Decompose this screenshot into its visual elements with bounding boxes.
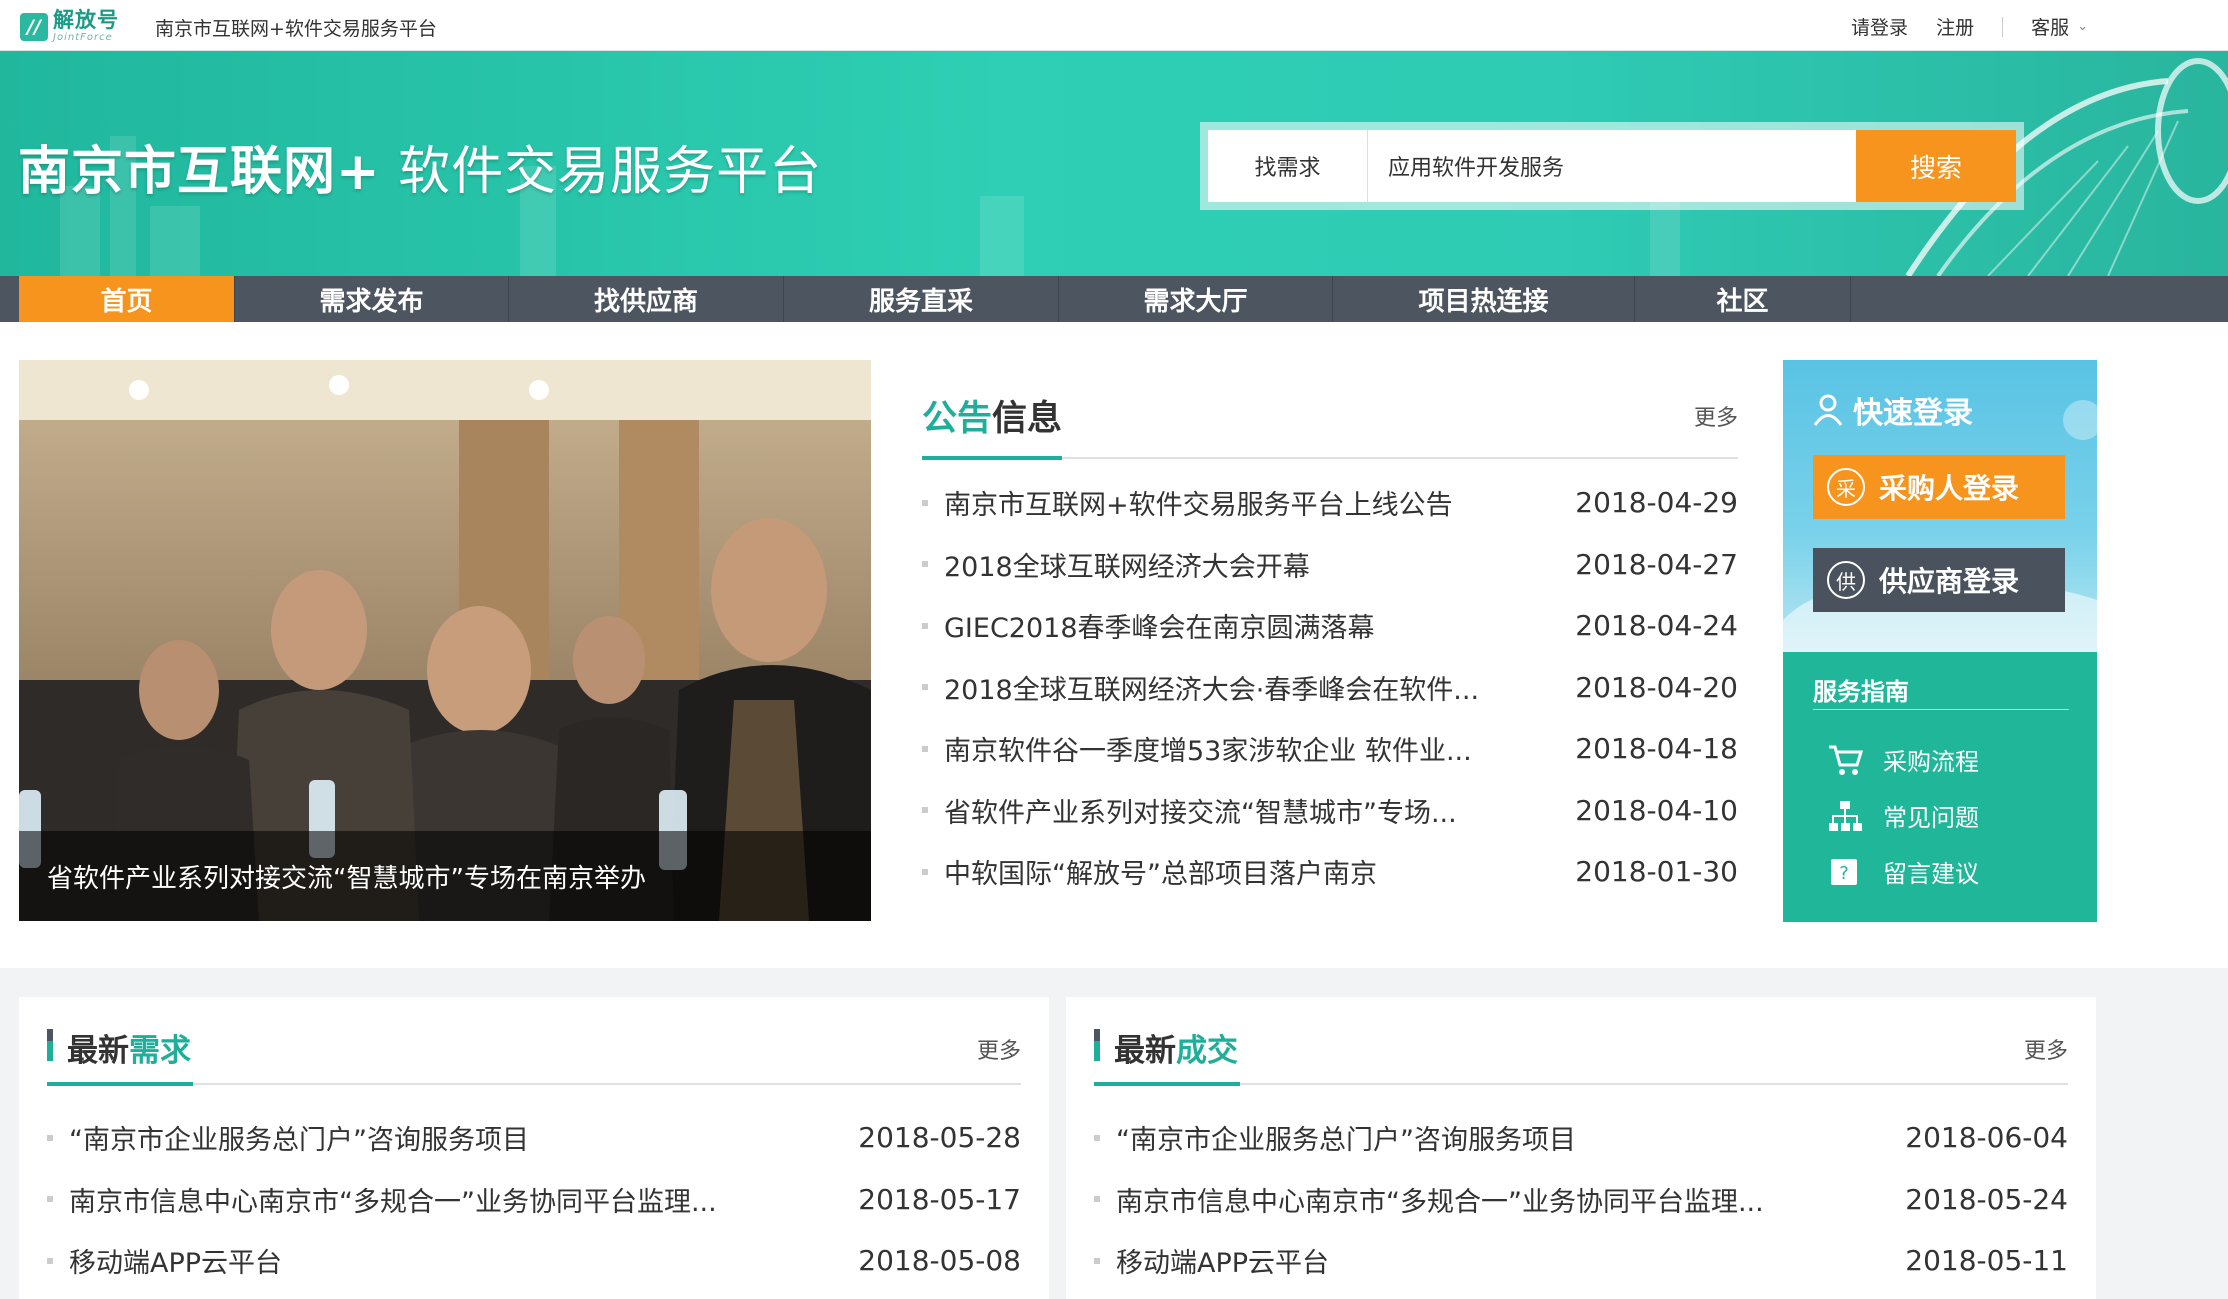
top-bar: // 解放号 JointForce 南京市互联网+软件交易服务平台 请登录 注册… <box>0 0 2228 51</box>
latest-demand-title: 最新需求 <box>67 1033 191 1069</box>
customer-service-link[interactable]: 客服 <box>2031 13 2069 40</box>
list-item[interactable]: 南京软件谷一季度增53家涉软企业 软件业... 2018-04-18 <box>922 718 1738 780</box>
title-underline <box>47 1082 193 1086</box>
skyline-decoration <box>980 196 1024 276</box>
search-input[interactable] <box>1368 130 1856 202</box>
latest-demand-card: 最新需求 更多 “南京市企业服务总门户”咨询服务项目 2018-05-28 南京市… <box>19 997 1049 1299</box>
divider <box>2002 16 2004 37</box>
list-item[interactable]: 中软国际“解放号”总部项目落户南京 2018-01-30 <box>922 841 1738 903</box>
quick-login-panel: 快速登录 采 采购人登录 供 供应商登录 服务指南 采购流程 常见问题 ? 留言… <box>1783 360 2097 922</box>
user-icon <box>1813 394 1843 426</box>
notice-list: 南京市互联网+软件交易服务平台上线公告 2018-04-29 2018全球互联网经… <box>922 472 1738 903</box>
site-title: 南京市互联网+软件交易服务平台 <box>155 18 437 40</box>
logo-text-en: JointForce <box>53 32 113 43</box>
service-guide-title: 服务指南 <box>1813 678 1909 706</box>
latest-demand-list: “南京市企业服务总门户”咨询服务项目 2018-05-28 南京市信息中心南京市“… <box>47 1107 1021 1292</box>
list-item[interactable]: 移动端APP云平台 2018-05-08 <box>47 1230 1021 1292</box>
message-icon: ? <box>1831 858 1857 885</box>
list-item[interactable]: 移动端APP云平台 2018-05-11 <box>1094 1230 2068 1292</box>
banner-title: 南京市互联网+ 软件交易服务平台 <box>18 129 822 204</box>
search-category[interactable]: 找需求 <box>1208 130 1368 202</box>
search-button[interactable]: 搜索 <box>1856 130 2016 202</box>
latest-demand-more-link[interactable]: 更多 <box>977 1033 1021 1065</box>
list-item[interactable]: 南京市信息中心南京市“多规合一”业务协同平台监理... 2018-05-24 <box>1094 1169 2068 1231</box>
buyer-badge-icon: 采 <box>1827 468 1865 506</box>
latest-deals-list: “南京市企业服务总门户”咨询服务项目 2018-06-04 南京市信息中心南京市“… <box>1094 1107 2068 1292</box>
logo-text-cn: 解放号 <box>53 8 119 32</box>
supplier-badge-icon: 供 <box>1827 561 1865 599</box>
photo-caption[interactable]: 省软件产业系列对接交流“智慧城市”专场在南京举办 <box>19 831 871 921</box>
nav-hot-projects[interactable]: 项目热连接 <box>1333 276 1635 322</box>
news-photo[interactable]: 省软件产业系列对接交流“智慧城市”专场在南京举办 <box>19 360 871 921</box>
logo-mark-icon: // <box>20 12 48 41</box>
list-item[interactable]: GIEC2018春季峰会在南京圆满落幕 2018-04-24 <box>922 595 1738 657</box>
list-item[interactable]: 省软件产业系列对接交流“智慧城市”专场... 2018-04-10 <box>922 780 1738 842</box>
notice-more-link[interactable]: 更多 <box>1694 400 1738 432</box>
latest-deals-header: 最新成交 更多 <box>1094 1025 2068 1086</box>
logo[interactable]: // 解放号 JointForce <box>20 10 119 43</box>
cart-icon <box>1829 745 1863 775</box>
main-nav: 首页 需求发布 找供应商 服务直采 需求大厅 项目热连接 社区 <box>0 276 2228 322</box>
latest-deals-title: 最新成交 <box>1114 1033 1238 1069</box>
sitemap-icon <box>1829 800 1862 831</box>
title-underline <box>922 456 1062 460</box>
latest-demand-header: 最新需求 更多 <box>47 1025 1021 1086</box>
notice-header: 公告信息 更多 <box>922 380 1738 460</box>
chevron-down-icon[interactable]: ⌄ <box>2077 19 2088 34</box>
service-guide: 服务指南 采购流程 常见问题 ? 留言建议 <box>1783 652 2097 922</box>
list-item[interactable]: “南京市企业服务总门户”咨询服务项目 2018-06-04 <box>1094 1107 2068 1169</box>
divider <box>1813 709 2069 710</box>
buyer-login-button[interactable]: 采 采购人登录 <box>1813 455 2065 519</box>
banner-title-light: 软件交易服务平台 <box>380 142 823 202</box>
nav-home[interactable]: 首页 <box>19 276 235 322</box>
nav-demand-hall[interactable]: 需求大厅 <box>1059 276 1333 322</box>
nav-find-supplier[interactable]: 找供应商 <box>509 276 784 322</box>
top-links: 请登录 注册 客服 ⌄ <box>1823 13 2088 40</box>
svg-text:?: ? <box>1839 863 1849 884</box>
guide-purchase-process[interactable]: 采购流程 <box>1827 742 1979 777</box>
guide-faq[interactable]: 常见问题 <box>1827 798 1979 833</box>
search-box: 找需求 搜索 <box>1200 122 2024 210</box>
nav-direct-purchase[interactable]: 服务直采 <box>784 276 1059 322</box>
skyline-decoration <box>150 206 200 276</box>
list-item[interactable]: 南京市信息中心南京市“多规合一”业务协同平台监理... 2018-05-17 <box>47 1169 1021 1231</box>
latest-deals-card: 最新成交 更多 “南京市企业服务总门户”咨询服务项目 2018-06-04 南京市… <box>1066 997 2096 1299</box>
nav-community[interactable]: 社区 <box>1635 276 1851 322</box>
register-link[interactable]: 注册 <box>1936 13 1974 40</box>
notice-title: 公告信息 <box>922 399 1063 439</box>
supplier-login-button[interactable]: 供 供应商登录 <box>1813 548 2065 612</box>
login-title: 快速登录 <box>1813 388 1973 432</box>
list-item[interactable]: “南京市企业服务总门户”咨询服务项目 2018-05-28 <box>47 1107 1021 1169</box>
latest-deals-more-link[interactable]: 更多 <box>2024 1033 2068 1065</box>
list-item[interactable]: 南京市互联网+软件交易服务平台上线公告 2018-04-29 <box>922 472 1738 534</box>
title-underline <box>1094 1082 1240 1086</box>
list-item[interactable]: 2018全球互联网经济大会开幕 2018-04-27 <box>922 534 1738 596</box>
banner-title-bold: 南京市互联网+ <box>18 142 381 202</box>
login-link[interactable]: 请登录 <box>1851 13 1908 40</box>
notice-section: 公告信息 更多 南京市互联网+软件交易服务平台上线公告 2018-04-29 20… <box>922 380 1738 903</box>
guide-feedback[interactable]: ? 留言建议 <box>1827 854 1979 889</box>
nav-post-demand[interactable]: 需求发布 <box>235 276 509 322</box>
list-item[interactable]: 2018全球互联网经济大会·春季峰会在软件... 2018-04-20 <box>922 657 1738 719</box>
